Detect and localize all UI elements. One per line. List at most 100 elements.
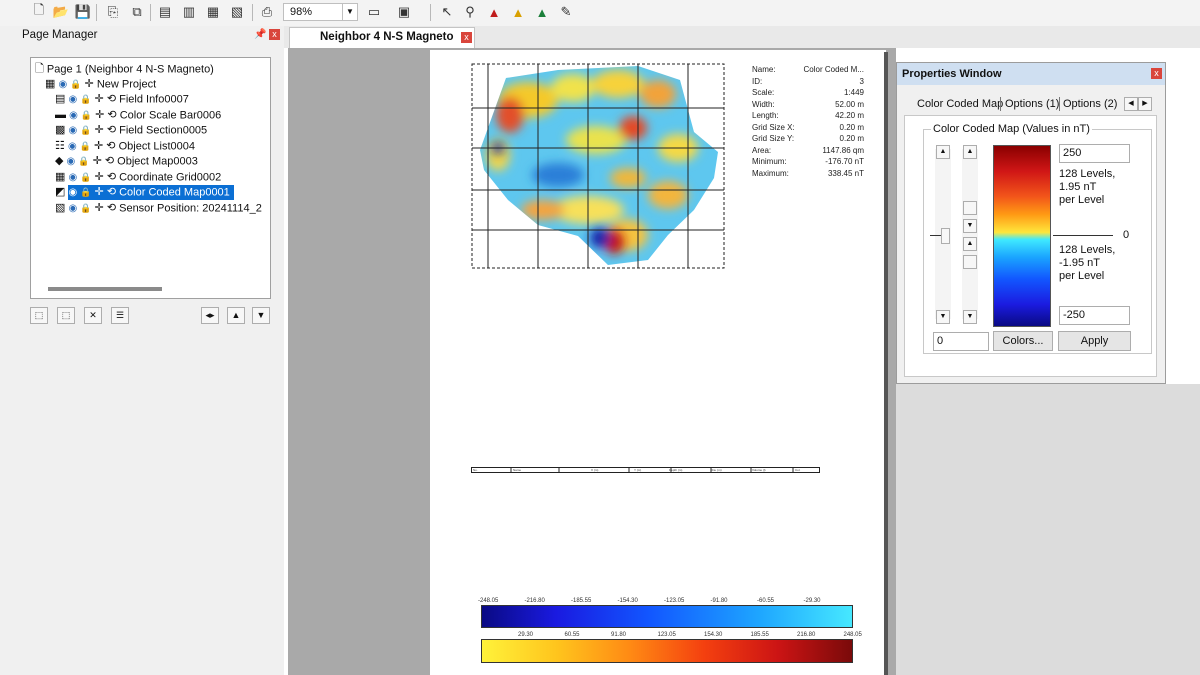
scroll-down-icon[interactable]: ▼ (936, 310, 950, 324)
link-icon[interactable]: ⟲ (107, 92, 116, 107)
range-slider-track[interactable] (962, 149, 978, 319)
save-icon[interactable]: 💾 (74, 3, 92, 21)
move-icon[interactable]: ✛ (95, 185, 104, 200)
eye-icon[interactable]: ◉ (68, 201, 77, 216)
eye-icon[interactable]: ◉ (69, 108, 78, 123)
scroll-down-icon[interactable]: ▼ (963, 310, 977, 324)
zoom-select[interactable]: 98% ▼ (283, 3, 358, 21)
document-tab[interactable]: Neighbor 4 N-S Magneto x (289, 27, 475, 48)
page-layout-3-icon[interactable]: ▦ (204, 3, 222, 21)
group-icon[interactable]: ⬚ (57, 307, 75, 324)
eye-icon[interactable]: ◉ (68, 123, 77, 138)
scroll-up-icon[interactable]: ▲ (936, 145, 950, 159)
field-info-key: Grid Size Y: (752, 134, 795, 143)
annotation-1-icon[interactable]: ▲ (485, 3, 503, 21)
tree-item-field-section[interactable]: ▩ ◉ 🔒 ✛ ⟲ Field Section0005 (55, 123, 207, 138)
annotation-4-icon[interactable]: ✎ (557, 3, 575, 21)
close-icon[interactable]: x (269, 29, 280, 40)
move-icon[interactable]: ✛ (93, 154, 102, 169)
link-icon[interactable]: ⟲ (107, 185, 116, 200)
annotation-3-icon[interactable]: ▲ (533, 3, 551, 21)
link-icon[interactable]: ⟲ (107, 108, 116, 123)
tab-scroll-left-icon[interactable]: ◀ (1124, 97, 1138, 111)
move-up-icon[interactable]: ▲ (227, 307, 245, 324)
lock-icon[interactable]: 🔒 (78, 154, 89, 169)
scroll-up-icon[interactable]: ▲ (963, 145, 977, 159)
eye-icon[interactable]: ◉ (68, 170, 77, 185)
move-icon[interactable]: ✛ (85, 77, 94, 92)
move-icon[interactable]: ✛ (95, 123, 104, 138)
eye-icon[interactable]: ◉ (68, 139, 77, 154)
tree-item-coordinate-grid[interactable]: ▦ ◉ 🔒 ✛ ⟲ Coordinate Grid0002 (55, 170, 221, 185)
lock-icon[interactable]: 🔒 (80, 185, 91, 200)
lock-icon[interactable]: 🔒 (80, 92, 91, 107)
tree-item-object-list[interactable]: ☷ ◉ 🔒 ✛ ⟲ Object List0004 (55, 139, 195, 154)
tree-item-object-map[interactable]: ◆ ◉ 🔒 ✛ ⟲ Object Map0003 (55, 154, 198, 169)
new-file-icon[interactable]: 🗋 (30, 2, 48, 21)
lock-icon[interactable]: 🔒 (80, 170, 91, 185)
close-icon[interactable]: x (1151, 68, 1162, 79)
open-folder-icon[interactable]: 📂 (52, 3, 70, 21)
eye-icon[interactable]: ◉ (68, 185, 77, 200)
tab-color-coded-map[interactable]: Color Coded Map (917, 95, 1003, 113)
left-right-icon[interactable]: ◂▸ (201, 307, 219, 324)
eye-icon[interactable]: ◉ (68, 92, 77, 107)
tab-options-1[interactable]: Options (1) (1005, 95, 1059, 113)
tab-scroll-right-icon[interactable]: ▶ (1138, 97, 1152, 111)
delete-page-icon[interactable]: ▧ (228, 3, 246, 21)
colors-button[interactable]: Colors... (993, 331, 1053, 351)
range-slider-thumb[interactable] (963, 201, 977, 215)
eye-icon[interactable]: ◉ (67, 154, 76, 169)
zero-slider-thumb[interactable] (941, 228, 950, 244)
max-value-input[interactable]: 250 (1059, 144, 1130, 163)
tree-item-color-scale-bar[interactable]: ▬ ◉ 🔒 ✛ ⟲ Color Scale Bar0006 (55, 108, 221, 123)
color-coded-map[interactable] (468, 60, 728, 272)
tree-item-page[interactable]: 🗋 Page 1 (Neighbor 4 N-S Magneto) (35, 62, 214, 77)
tree-item-field-info[interactable]: ▤ ◉ 🔒 ✛ ⟲ Field Info0007 (55, 92, 189, 107)
annotation-2-icon[interactable]: ▲ (509, 3, 527, 21)
lock-icon[interactable]: 🔒 (80, 123, 91, 138)
tree-item-project[interactable]: ▦ ◉ 🔒 ✛ New Project (45, 77, 156, 92)
eye-icon[interactable]: ◉ (58, 77, 67, 92)
move-icon[interactable]: ✛ (95, 92, 104, 107)
close-icon[interactable]: x (461, 32, 472, 43)
move-icon[interactable]: ✛ (95, 170, 104, 185)
select-all-icon[interactable]: ⬚ (30, 307, 48, 324)
scroll-down-icon[interactable]: ▼ (963, 219, 977, 233)
copy-page-icon[interactable]: ⧉ (128, 3, 146, 21)
link-icon[interactable]: ⟲ (107, 123, 116, 138)
link-icon[interactable]: ⟲ (107, 201, 116, 216)
lock-icon[interactable]: 🔒 (80, 201, 91, 216)
lock-icon[interactable]: 🔒 (81, 108, 92, 123)
link-icon[interactable]: ⟲ (107, 170, 116, 185)
scroll-up-icon[interactable]: ▲ (963, 237, 977, 251)
pointer-icon[interactable]: ↖ (438, 3, 456, 21)
tree-item-sensor-position[interactable]: ▧ ◉ 🔒 ✛ ⟲ Sensor Position: 20241114_2 (55, 201, 262, 216)
link-icon[interactable]: ⟲ (106, 139, 115, 154)
lock-icon[interactable]: 🔒 (80, 139, 91, 154)
link-icon[interactable]: ⟲ (105, 154, 114, 169)
apply-button[interactable]: Apply (1058, 331, 1131, 351)
zoom-tool-icon[interactable]: ⚲ (461, 3, 479, 21)
chevron-down-icon[interactable]: ▼ (342, 4, 357, 20)
page-layout-2-icon[interactable]: ▥ (180, 3, 198, 21)
min-value-input[interactable]: -250 (1059, 306, 1130, 325)
move-icon[interactable]: ✛ (95, 201, 104, 216)
list-view-icon[interactable]: ☰ (111, 307, 129, 324)
page-layout-1-icon[interactable]: ▤ (156, 3, 174, 21)
range-slider-thumb[interactable] (963, 255, 977, 269)
tree-scrollbar[interactable] (48, 287, 162, 291)
move-icon[interactable]: ✛ (94, 139, 103, 154)
lock-icon[interactable]: 🔒 (70, 77, 81, 92)
insert-object-icon[interactable]: ▣ (395, 3, 413, 21)
tree-item-color-coded-map[interactable]: ◩ ◉ 🔒 ✛ ⟲ Color Coded Map0001 (55, 185, 269, 201)
move-down-icon[interactable]: ▼ (252, 307, 270, 324)
offset-input[interactable]: 0 (933, 332, 989, 351)
delete-object-icon[interactable]: ✕ (84, 307, 102, 324)
move-icon[interactable]: ✛ (95, 108, 104, 123)
print-icon[interactable]: ⎙ (258, 3, 276, 21)
add-page-icon[interactable]: ⎘ (104, 3, 122, 21)
tab-options-2[interactable]: Options (2) (1063, 95, 1117, 113)
pin-icon[interactable]: 📌 (254, 29, 266, 40)
page-frame-icon[interactable]: ▭ (365, 3, 383, 21)
